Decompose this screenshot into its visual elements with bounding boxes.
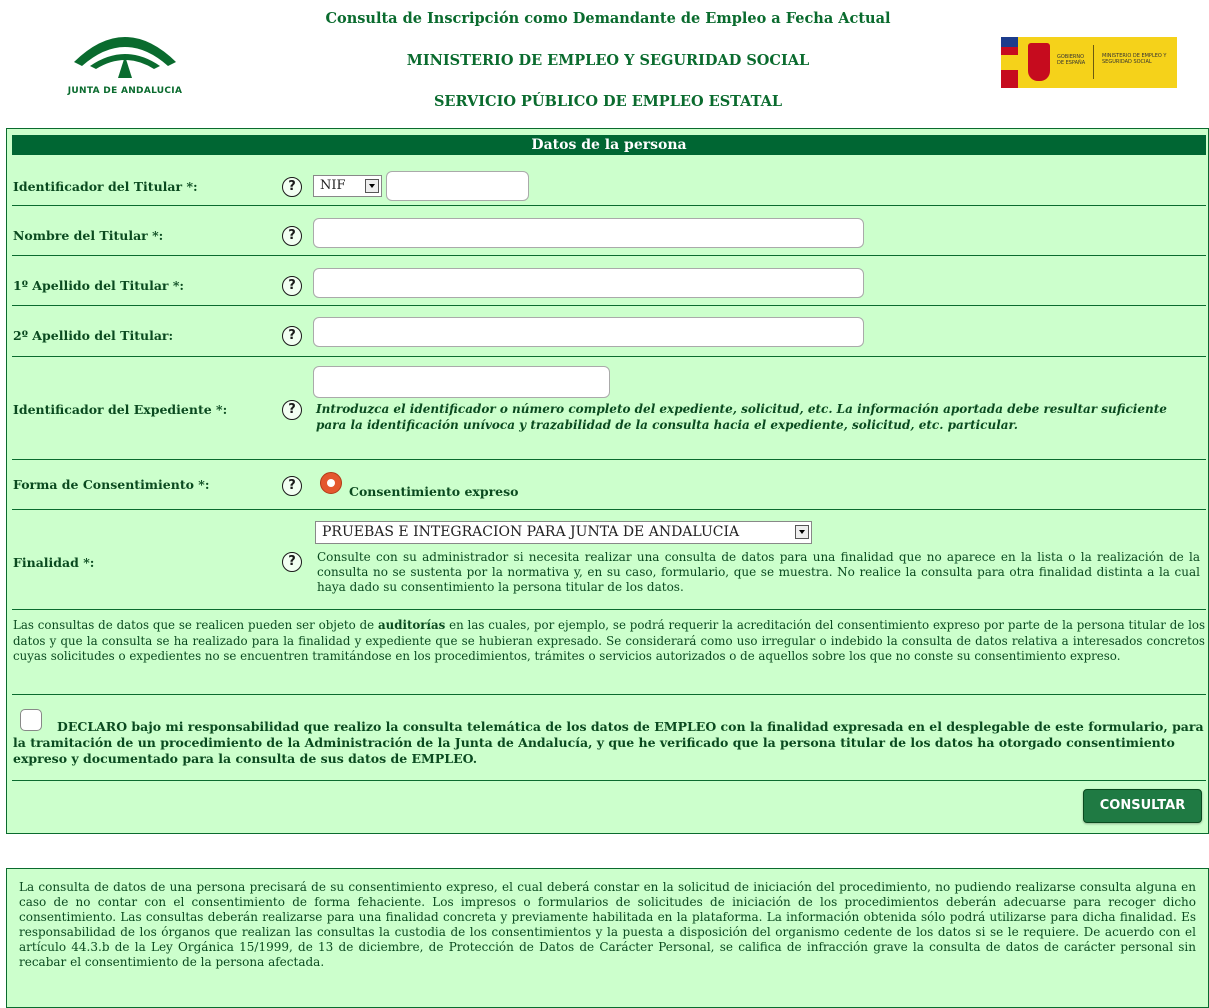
consultar-button[interactable]: CONSULTAR bbox=[1083, 789, 1202, 823]
expediente-input[interactable] bbox=[313, 366, 610, 398]
auditoria-note: Las consultas de datos que se realicen p… bbox=[13, 618, 1205, 665]
row-expediente: Identificador del Expediente *: ? Introd… bbox=[12, 357, 1206, 460]
apellido1-label: 1º Apellido del Titular *: bbox=[13, 278, 185, 293]
chevron-down-icon[interactable] bbox=[365, 179, 379, 193]
declaro-text: DECLARO bajo mi responsabilidad que real… bbox=[13, 719, 1204, 766]
nombre-input[interactable] bbox=[313, 218, 864, 248]
identificador-label: Identificador del Titular *: bbox=[13, 179, 198, 194]
expediente-note: Introduzca el identificador o número com… bbox=[316, 402, 1167, 432]
finalidad-select[interactable]: PRUEBAS E INTEGRACION PARA JUNTA DE ANDA… bbox=[315, 521, 812, 544]
auditoria-bold: auditorías bbox=[378, 618, 446, 632]
help-icon[interactable]: ? bbox=[282, 476, 302, 496]
nombre-label: Nombre del Titular *: bbox=[13, 228, 164, 243]
logo-divider bbox=[1093, 45, 1094, 79]
junta-andalucia-logo-text: JUNTA DE ANDALUCIA bbox=[67, 86, 183, 96]
help-icon[interactable]: ? bbox=[282, 226, 302, 246]
finalidad-value: PRUEBAS E INTEGRACION PARA JUNTA DE ANDA… bbox=[322, 524, 740, 540]
help-icon[interactable]: ? bbox=[282, 276, 302, 296]
ministerio-logo-text: MINISTERIO DE EMPLEO Y SEGURIDAD SOCIAL bbox=[1102, 53, 1167, 65]
row-nombre: Nombre del Titular *: ? bbox=[12, 206, 1206, 256]
page-header: JUNTA DE ANDALUCIA Consulta de Inscripci… bbox=[0, 0, 1209, 122]
row-apellido1: 1º Apellido del Titular *: ? bbox=[12, 256, 1206, 306]
row-consentimiento: Forma de Consentimiento *: ? Consentimie… bbox=[12, 460, 1206, 510]
junta-andalucia-emblem-icon bbox=[74, 37, 176, 78]
eu-spain-flag-icon bbox=[1001, 37, 1018, 88]
expediente-label: Identificador del Expediente *: bbox=[13, 402, 228, 417]
coat-of-arms-icon bbox=[1028, 43, 1050, 81]
help-icon[interactable]: ? bbox=[282, 326, 302, 346]
auditoria-pre: Las consultas de datos que se realicen p… bbox=[13, 618, 379, 632]
legal-notice-text: La consulta de datos de una persona prec… bbox=[19, 880, 1196, 969]
row-auditoria: Las consultas de datos que se realicen p… bbox=[12, 610, 1206, 695]
junta-andalucia-logo: JUNTA DE ANDALUCIA bbox=[60, 22, 190, 104]
panel-title: Datos de la persona bbox=[12, 135, 1206, 155]
help-icon[interactable]: ? bbox=[282, 552, 302, 572]
legal-notice-panel: La consulta de datos de una persona prec… bbox=[6, 868, 1209, 1008]
gobierno-espana-logo: GOBIERNO DE ESPAÑA MINISTERIO DE EMPLEO … bbox=[1001, 37, 1177, 88]
row-finalidad: Finalidad *: ? PRUEBAS E INTEGRACION PAR… bbox=[12, 510, 1206, 610]
document-type-select[interactable]: NIF bbox=[313, 175, 382, 197]
service-title: SERVICIO PÚBLICO DE EMPLEO ESTATAL bbox=[433, 93, 783, 110]
document-type-value: NIF bbox=[320, 178, 346, 193]
help-icon[interactable]: ? bbox=[282, 400, 302, 420]
finalidad-note: Consulte con su administrador si necesit… bbox=[317, 550, 1200, 594]
apellido2-input[interactable] bbox=[313, 317, 864, 347]
consentimiento-label: Forma de Consentimiento *: bbox=[13, 477, 210, 492]
chevron-down-icon[interactable] bbox=[795, 525, 809, 539]
consentimiento-expreso-radio[interactable] bbox=[320, 472, 342, 494]
person-data-form: Datos de la persona Identificador del Ti… bbox=[6, 128, 1209, 834]
identificador-input[interactable] bbox=[386, 171, 529, 201]
row-apellido2: 2º Apellido del Titular: ? bbox=[12, 306, 1206, 357]
help-icon[interactable]: ? bbox=[282, 177, 302, 197]
apellido2-label: 2º Apellido del Titular: bbox=[13, 328, 174, 343]
ministry-title: MINISTERIO DE EMPLEO Y SEGURIDAD SOCIAL bbox=[406, 52, 810, 69]
apellido1-input[interactable] bbox=[313, 268, 864, 298]
gobierno-logo-text: GOBIERNO DE ESPAÑA bbox=[1057, 54, 1086, 66]
consentimiento-expreso-label[interactable]: Consentimiento expreso bbox=[349, 484, 519, 499]
page-title: Consulta de Inscripción como Demandante … bbox=[325, 10, 891, 27]
finalidad-label: Finalidad *: bbox=[13, 555, 95, 570]
row-declaro: DECLARO bajo mi responsabilidad que real… bbox=[12, 695, 1206, 781]
row-identificador: Identificador del Titular *: ? NIF bbox=[12, 156, 1206, 206]
